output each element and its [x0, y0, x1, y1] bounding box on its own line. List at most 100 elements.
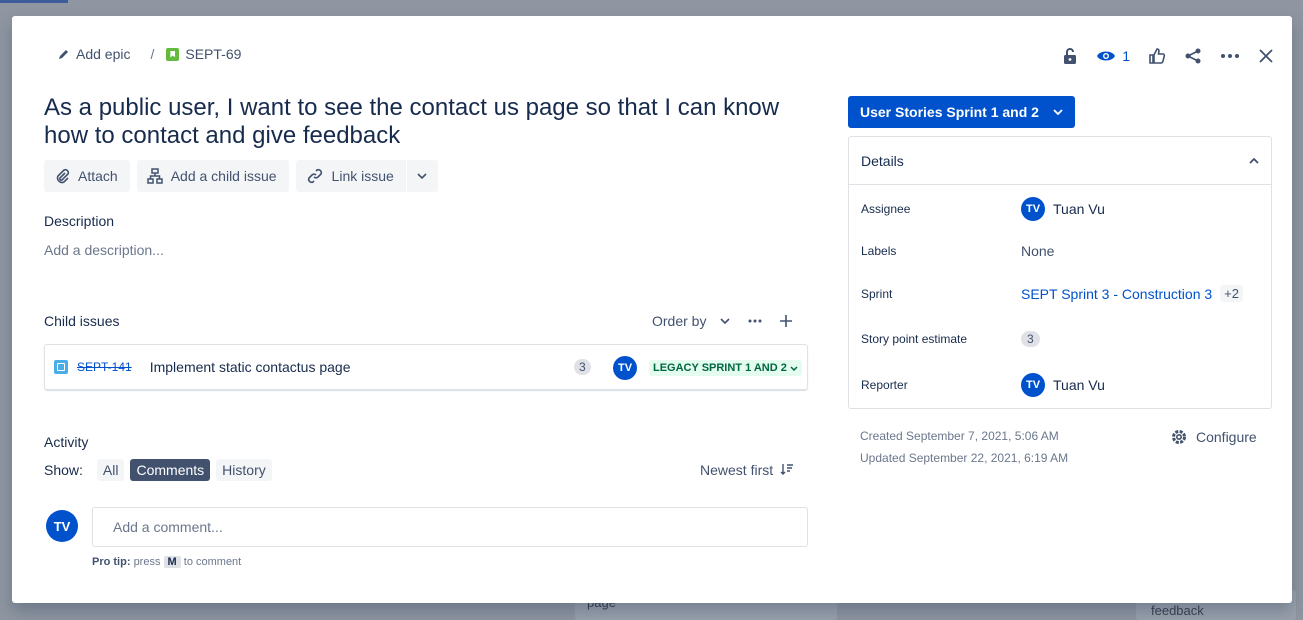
subtask-icon	[54, 360, 68, 374]
add-child-plus-icon[interactable]	[780, 315, 793, 327]
chevron-down-icon	[720, 318, 731, 324]
story-points-badge: 3	[574, 359, 591, 375]
pro-tip-post: to comment	[183, 556, 242, 568]
sort-descending-icon	[780, 464, 794, 475]
hierarchy-icon	[146, 168, 163, 184]
chevron-up-icon	[1249, 157, 1259, 164]
pro-tip-label: Pro tip:	[92, 556, 131, 568]
details-panel: Details Assignee TV Tuan Vu Labels None …	[848, 136, 1272, 409]
child-issue-summary[interactable]: Implement static contactus page	[150, 359, 351, 375]
more-icon	[1221, 54, 1239, 58]
share-icon	[1185, 48, 1201, 64]
assignee-row: Assignee TV Tuan Vu	[861, 197, 1105, 221]
story-point-value[interactable]: 3	[1021, 331, 1040, 347]
gear-icon	[1172, 430, 1186, 444]
sort-toggle[interactable]: Newest first	[700, 462, 794, 478]
story-icon	[166, 47, 180, 61]
story-point-label: Story point estimate	[861, 332, 968, 346]
child-issue-row[interactable]: SEPT-141 Implement static contactus page…	[44, 344, 808, 390]
add-epic-label: Add epic	[76, 46, 131, 62]
assignee-name: Tuan Vu	[1053, 201, 1105, 217]
reporter-value[interactable]: TV Tuan Vu	[1021, 373, 1105, 397]
assignee-label: Assignee	[861, 202, 911, 216]
sprint-link[interactable]: SEPT Sprint 3 - Construction 3	[1021, 286, 1212, 302]
link-icon	[307, 168, 322, 184]
issue-key: SEPT-69	[185, 46, 242, 62]
filter-comments[interactable]: Comments	[130, 459, 211, 481]
show-label: Show:	[44, 462, 83, 478]
top-actions: 1	[1062, 44, 1274, 68]
description-heading: Description	[44, 213, 115, 229]
sprint-status-label: User Stories Sprint 1 and 2	[860, 104, 1039, 120]
paperclip-icon	[56, 168, 70, 184]
child-issue-key[interactable]: SEPT-141	[77, 360, 132, 374]
close-icon	[1259, 49, 1273, 63]
pro-tip: Pro tip: press M to comment	[92, 556, 241, 568]
comment-input[interactable]: Add a comment...	[92, 507, 808, 547]
description-field[interactable]: Add a description...	[44, 242, 164, 258]
link-issue-button[interactable]: Link issue	[295, 160, 406, 192]
like-button[interactable]	[1148, 44, 1166, 68]
current-user-avatar: TV	[46, 510, 78, 542]
activity-filter: Show: All Comments History	[44, 459, 272, 481]
details-header[interactable]: Details	[849, 137, 1271, 185]
pencil-icon	[59, 50, 68, 59]
sort-label: Newest first	[700, 462, 774, 478]
close-button[interactable]	[1258, 44, 1274, 68]
issue-title[interactable]: As a public user, I want to see the cont…	[44, 94, 814, 150]
reporter-name: Tuan Vu	[1053, 377, 1105, 393]
status-dropdown[interactable]: LEGACY SPRINT 1 AND 2	[649, 360, 802, 376]
issue-modal: Add epic / SEPT-69 1 As a public user, I…	[12, 16, 1292, 603]
watch-button[interactable]: 1	[1096, 44, 1130, 68]
lock-icon	[1064, 48, 1077, 64]
reporter-label: Reporter	[861, 378, 908, 392]
chevron-down-icon	[790, 366, 798, 372]
more-actions-button[interactable]	[1220, 44, 1240, 68]
more-icon[interactable]	[748, 319, 762, 323]
issue-action-bar: Attach Add a child issue Link issue	[44, 160, 438, 192]
labels-value[interactable]: None	[1021, 243, 1054, 259]
assignee-value[interactable]: TV Tuan Vu	[1021, 197, 1105, 221]
add-epic-link[interactable]: Add epic	[58, 46, 130, 62]
updated-date: Updated September 22, 2021, 6:19 AM	[860, 451, 1069, 465]
status-label: LEGACY SPRINT 1 AND 2	[653, 362, 787, 374]
created-date: Created September 7, 2021, 5:06 AM	[860, 429, 1059, 443]
sprint-row: Sprint SEPT Sprint 3 - Construction 3 +2	[861, 285, 1243, 302]
link-issue-group: Link issue	[295, 160, 438, 192]
shortcut-key: M	[163, 556, 181, 568]
chevron-down-icon	[417, 173, 427, 179]
order-by-label: Order by	[652, 313, 707, 329]
watch-count: 1	[1122, 48, 1130, 64]
order-by-dropdown[interactable]: Order by	[652, 313, 731, 329]
breadcrumb: Add epic / SEPT-69	[58, 46, 241, 62]
filter-history[interactable]: History	[216, 459, 272, 481]
details-title: Details	[861, 152, 904, 169]
sprint-status-button[interactable]: User Stories Sprint 1 and 2	[848, 96, 1075, 128]
link-issue-dropdown[interactable]	[405, 160, 438, 192]
sprint-label: Sprint	[861, 286, 893, 301]
chevron-down-icon	[1053, 109, 1063, 115]
reporter-row: Reporter TV Tuan Vu	[861, 373, 1105, 397]
thumbs-up-icon	[1149, 48, 1166, 64]
issue-key-link[interactable]: SEPT-69	[166, 46, 241, 62]
pro-tip-pre: press	[133, 556, 161, 568]
labels-row: Labels None	[861, 243, 1054, 259]
add-child-issue-button[interactable]: Add a child issue	[136, 160, 289, 192]
activity-heading: Activity	[44, 434, 89, 450]
configure-button[interactable]: Configure	[1170, 428, 1257, 446]
share-button[interactable]	[1184, 44, 1202, 68]
lock-button[interactable]	[1062, 44, 1078, 68]
attach-button[interactable]: Attach	[44, 160, 130, 192]
assignee-avatar: TV	[1021, 197, 1045, 221]
assignee-avatar[interactable]: TV	[613, 356, 637, 380]
labels-label: Labels	[861, 244, 897, 258]
backdrop-text: feedback	[1151, 603, 1204, 618]
attach-label: Attach	[78, 168, 118, 184]
configure-label: Configure	[1196, 429, 1257, 445]
link-issue-label: Link issue	[331, 168, 394, 184]
filter-all[interactable]: All	[96, 459, 125, 481]
sprint-value: SEPT Sprint 3 - Construction 3 +2	[1021, 285, 1243, 302]
add-child-label: Add a child issue	[170, 168, 277, 184]
child-issues-controls: Order by	[652, 313, 793, 329]
more-sprints-badge[interactable]: +2	[1220, 285, 1243, 302]
